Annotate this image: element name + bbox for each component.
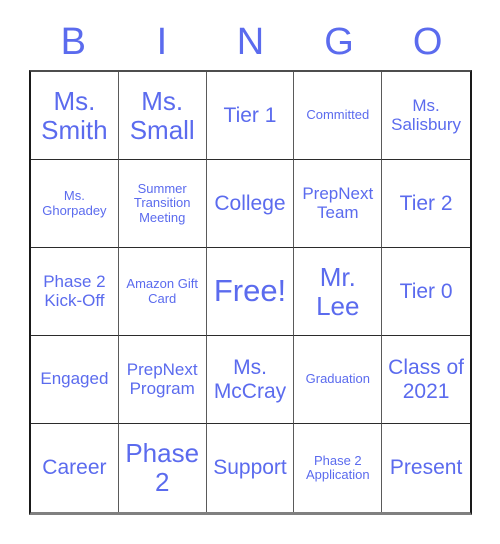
bingo-cell-label: Mr. Lee <box>316 261 360 321</box>
bingo-cell[interactable]: Tier 0 <box>382 248 470 336</box>
bingo-card: B I N G O Ms. Smith Ms. Small Tier 1 Com… <box>0 0 500 544</box>
bingo-cell-label: Class of 2021 <box>388 356 465 403</box>
bingo-cell[interactable]: Phase 2 Kick-Off <box>31 248 119 336</box>
bingo-cell-label: Ms. Small <box>129 85 195 145</box>
bingo-cell[interactable]: Ms. McCray <box>206 336 295 424</box>
bingo-header-letter-n: N <box>236 21 265 63</box>
bingo-cell[interactable]: Mr. Lee <box>294 248 383 336</box>
bingo-cell-label: Support <box>213 456 287 480</box>
bingo-cell-label: Graduation <box>305 371 370 387</box>
bingo-cell[interactable]: Present <box>382 424 470 512</box>
bingo-cell-label: PrepNext Team <box>302 183 374 222</box>
bingo-cell-label: Committed <box>306 107 370 123</box>
bingo-cell[interactable]: Support <box>207 424 295 512</box>
bingo-cell-label: Tier 1 <box>223 103 277 127</box>
bingo-grid: Ms. Smith Ms. Small Tier 1 Committed Ms.… <box>29 70 472 515</box>
bingo-header-letter-o: O <box>412 21 443 63</box>
bingo-cell[interactable]: Committed <box>294 72 383 160</box>
bingo-cell-label: Amazon Gift Card <box>126 276 198 306</box>
bingo-header-letter-b: B <box>60 21 86 63</box>
bingo-cell-label: Ms. McCray <box>213 356 287 403</box>
bingo-cell-label: Ms. Ghorpadey <box>42 188 107 218</box>
bingo-cell-label: College <box>214 191 286 215</box>
bingo-cell[interactable]: Ms. Small <box>118 72 207 160</box>
bingo-cell-label: Phase 2 Kick-Off <box>43 271 106 310</box>
bingo-cell[interactable]: Ms. Smith <box>31 72 119 160</box>
bingo-cell[interactable]: Phase 2 <box>119 424 207 512</box>
bingo-header-row: B I N G O <box>29 14 472 70</box>
bingo-cell-label: Tier 0 <box>399 279 453 303</box>
bingo-cell[interactable]: Tier 2 <box>382 160 470 248</box>
bingo-cell-label: Ms. Salisbury <box>391 95 462 134</box>
bingo-cell[interactable]: Summer Transition Meeting <box>118 160 207 248</box>
bingo-cell[interactable]: Class of 2021 <box>382 336 470 424</box>
bingo-cell-label: Tier 2 <box>399 191 453 215</box>
bingo-cell-label: Summer Transition Meeting <box>133 181 191 225</box>
bingo-cell-label: Ms. Smith <box>41 85 108 145</box>
bingo-cell-label: Phase 2 <box>125 438 200 497</box>
bingo-cell[interactable]: Amazon Gift Card <box>118 248 207 336</box>
bingo-cell-label: Free! <box>213 273 287 309</box>
bingo-cell[interactable]: College <box>206 160 295 248</box>
bingo-cell-label: Present <box>389 456 463 480</box>
bingo-cell[interactable]: Career <box>31 424 119 512</box>
bingo-cell[interactable]: Engaged <box>31 336 119 424</box>
bingo-cell-label: PrepNext Program <box>126 359 198 398</box>
bingo-cell-label: Career <box>42 456 107 480</box>
bingo-cell[interactable]: Ms. Salisbury <box>382 72 470 160</box>
bingo-cell-label: Phase 2 Application <box>305 452 370 482</box>
bingo-cell-label: Engaged <box>40 369 109 389</box>
bingo-cell[interactable]: Graduation <box>294 336 383 424</box>
bingo-header-letter-g: G <box>324 21 354 63</box>
bingo-cell[interactable]: Ms. Ghorpadey <box>31 160 119 248</box>
bingo-header-letter-i: I <box>156 21 168 63</box>
bingo-cell-free[interactable]: Free! <box>206 248 295 336</box>
bingo-cell[interactable]: PrepNext Team <box>294 160 383 248</box>
bingo-cell[interactable]: Phase 2 Application <box>294 424 383 512</box>
bingo-cell[interactable]: Tier 1 <box>206 72 295 160</box>
bingo-cell[interactable]: PrepNext Program <box>118 336 207 424</box>
